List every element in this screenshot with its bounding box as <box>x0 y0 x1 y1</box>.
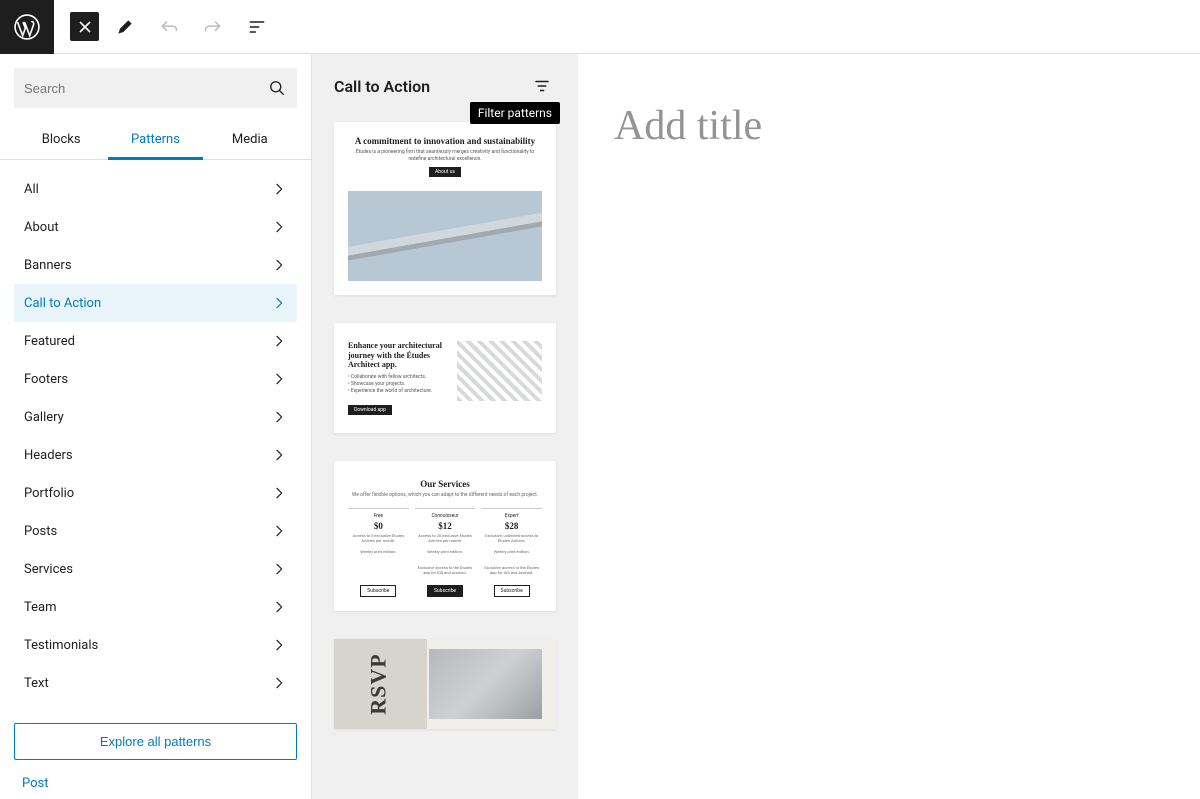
chevron-right-icon <box>271 333 287 349</box>
pattern-title: Our Services <box>348 479 542 489</box>
category-item[interactable]: Gallery <box>14 398 297 436</box>
chevron-right-icon <box>271 523 287 539</box>
category-item[interactable]: Team <box>14 588 297 626</box>
list-view-icon <box>247 17 267 37</box>
pattern-preview-card[interactable]: Enhance your architectural journey with … <box>334 323 556 433</box>
editor-canvas[interactable]: Add title <box>578 54 1200 799</box>
category-item[interactable]: Text <box>14 664 297 702</box>
chevron-right-icon <box>271 371 287 387</box>
pattern-image-placeholder <box>348 191 542 281</box>
pricing-tier: Connoisseur$12Access to 20 exclusive Étu… <box>415 508 476 597</box>
category-label: About <box>24 220 59 235</box>
search-icon <box>267 78 287 98</box>
top-toolbar <box>0 0 1200 54</box>
close-inserter-button[interactable] <box>70 12 99 41</box>
redo-icon <box>203 17 223 37</box>
category-item[interactable]: Banners <box>14 246 297 284</box>
pricing-tiers: Free$0Access to 5 exclusive Études Artic… <box>348 508 542 597</box>
block-inserter-panel: Blocks Patterns Media All About Banners Cal… <box>0 54 312 799</box>
filter-icon <box>533 77 551 95</box>
pattern-image-placeholder <box>429 649 542 719</box>
chevron-right-icon <box>271 561 287 577</box>
redo-button[interactable] <box>195 9 231 45</box>
category-item[interactable]: Headers <box>14 436 297 474</box>
category-label: Call to Action <box>24 296 101 311</box>
tab-media[interactable]: Media <box>203 122 297 159</box>
category-label: Text <box>24 676 49 691</box>
document-overview-button[interactable] <box>239 9 275 45</box>
category-label: Services <box>24 562 73 577</box>
tools-button[interactable] <box>107 9 143 45</box>
edit-icon <box>115 17 135 37</box>
post-title-input[interactable]: Add title <box>614 102 1164 150</box>
filter-patterns-button[interactable] <box>528 72 556 100</box>
chevron-right-icon <box>271 409 287 425</box>
category-label: Headers <box>24 448 73 463</box>
category-item[interactable]: Featured <box>14 322 297 360</box>
filter-tooltip: Filter patterns <box>470 102 560 124</box>
inserter-tabs: Blocks Patterns Media <box>0 122 311 160</box>
undo-button[interactable] <box>151 9 187 45</box>
tab-blocks[interactable]: Blocks <box>14 122 108 159</box>
category-item[interactable]: About <box>14 208 297 246</box>
chevron-right-icon <box>271 675 287 691</box>
pattern-cta-button: Download app <box>348 405 392 415</box>
pattern-cta-button: About us <box>429 167 461 177</box>
category-label: Gallery <box>24 410 64 425</box>
tab-patterns[interactable]: Patterns <box>108 122 202 159</box>
post-type-link[interactable]: Post <box>0 772 311 799</box>
wordpress-logo[interactable] <box>0 0 54 54</box>
undo-icon <box>159 17 179 37</box>
pattern-preview-card[interactable]: RSVP <box>334 639 556 729</box>
category-item[interactable]: Services <box>14 550 297 588</box>
pricing-tier: Free$0Access to 5 exclusive Études Artic… <box>348 508 409 597</box>
pattern-title: Enhance your architectural journey with … <box>348 341 449 370</box>
category-label: All <box>24 182 39 197</box>
pattern-subtitle: Études is a pioneering firm that seamles… <box>348 149 542 162</box>
pattern-list: • Collaborate with fellow architects. • … <box>348 374 449 395</box>
category-label: Featured <box>24 334 75 349</box>
chevron-right-icon <box>271 485 287 501</box>
category-item[interactable]: Call to Action <box>14 284 297 322</box>
wordpress-icon <box>14 14 40 40</box>
search-input[interactable] <box>24 81 267 96</box>
category-item[interactable]: Portfolio <box>14 474 297 512</box>
pattern-category-list: All About Banners Call to Action Featured Foo… <box>0 160 311 715</box>
pattern-image-placeholder <box>457 341 542 401</box>
category-item[interactable]: All <box>14 170 297 208</box>
chevron-right-icon <box>271 219 287 235</box>
category-item[interactable]: Testimonials <box>14 626 297 664</box>
category-label: Posts <box>24 524 57 539</box>
explore-all-patterns-button[interactable]: Explore all patterns <box>14 723 297 760</box>
chevron-right-icon <box>271 181 287 197</box>
close-icon <box>78 20 92 34</box>
pattern-subtitle: We offer flexible options, which you can… <box>348 492 542 498</box>
pattern-preview-card[interactable]: Our Services We offer flexible options, … <box>334 461 556 611</box>
chevron-right-icon <box>271 257 287 273</box>
pattern-previews-panel: Call to Action Filter patterns A commitm… <box>312 54 578 799</box>
category-label: Footers <box>24 372 68 387</box>
pattern-preview-card[interactable]: A commitment to innovation and sustainab… <box>334 122 556 295</box>
category-label: Portfolio <box>24 486 74 501</box>
search-field[interactable] <box>14 68 297 108</box>
pattern-category-heading: Call to Action <box>334 77 430 96</box>
category-item[interactable]: Posts <box>14 512 297 550</box>
chevron-right-icon <box>271 447 287 463</box>
category-label: Team <box>24 600 57 615</box>
category-item[interactable]: Footers <box>14 360 297 398</box>
pricing-tier: Expert$28Exclusive, unlimited access to … <box>481 508 542 597</box>
category-label: Banners <box>24 258 72 273</box>
chevron-right-icon <box>271 637 287 653</box>
category-label: Testimonials <box>24 638 98 653</box>
chevron-right-icon <box>271 599 287 615</box>
chevron-right-icon <box>271 295 287 311</box>
pattern-rsvp-label: RSVP <box>366 653 392 714</box>
pattern-title: A commitment to innovation and sustainab… <box>348 136 542 146</box>
